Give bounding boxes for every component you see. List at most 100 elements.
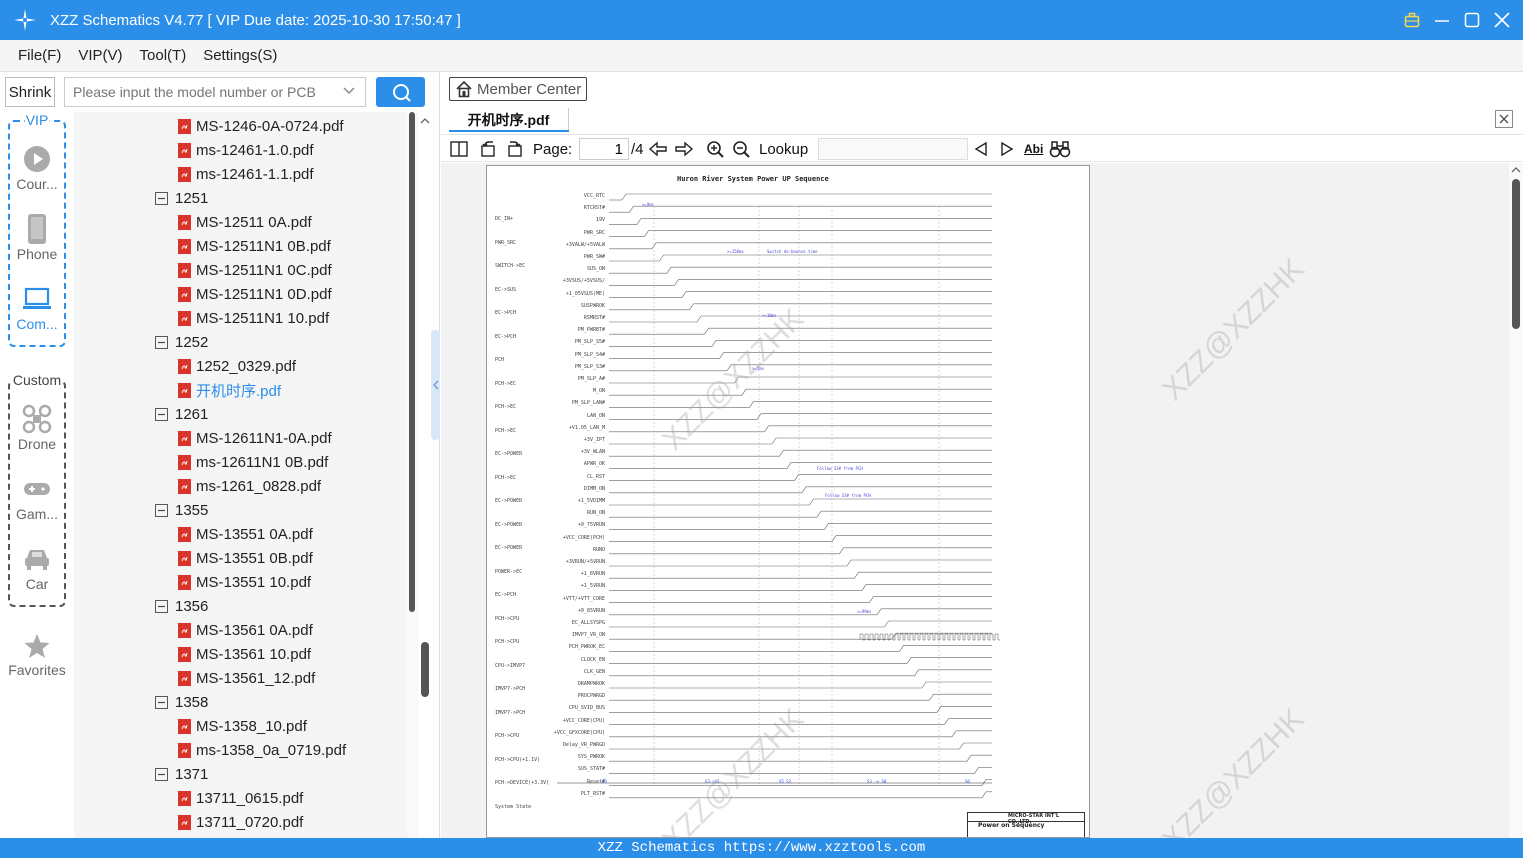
tree-folder[interactable]: 1251 xyxy=(155,186,208,210)
nav-favorites[interactable]: Favorites xyxy=(0,630,74,678)
signal-label: +0_85VRUN xyxy=(577,607,605,614)
menu-vip[interactable]: VIP(V) xyxy=(78,47,122,64)
tree-file[interactable]: ms-1358_0a_0719.pdf xyxy=(178,738,346,762)
page-number-input[interactable] xyxy=(579,138,629,160)
nav-car[interactable]: Car xyxy=(10,542,64,592)
lookup-input[interactable] xyxy=(818,138,968,160)
collapse-icon[interactable] xyxy=(155,599,168,613)
collapse-icon[interactable] xyxy=(155,767,168,781)
chevron-down-icon[interactable] xyxy=(342,84,356,98)
briefcase-icon[interactable] xyxy=(1403,11,1421,29)
source-label: PCH->CPU xyxy=(495,733,520,739)
tree-item-label: 1261 xyxy=(175,405,209,423)
pdf-file-icon xyxy=(178,646,191,662)
chevron-up-icon[interactable] xyxy=(419,116,431,126)
zoom-in-icon[interactable] xyxy=(705,138,725,160)
signal-label: PROCPWRGD xyxy=(577,693,605,700)
search-input[interactable] xyxy=(64,77,366,107)
tree-file[interactable]: MS-1358_10.pdf xyxy=(178,714,307,738)
collapse-icon[interactable] xyxy=(155,503,168,517)
tree-file[interactable]: MS-12511N1 10.pdf xyxy=(178,306,329,330)
collapse-icon[interactable] xyxy=(155,191,168,205)
panel-scrollbar[interactable] xyxy=(419,112,431,838)
maximize-icon[interactable] xyxy=(1463,11,1481,29)
nav-phone[interactable]: Phone xyxy=(10,212,64,262)
vip-group: VIP Cour... Phone Com... xyxy=(8,112,66,347)
panel-collapse-handle[interactable] xyxy=(431,330,440,440)
tree-file[interactable]: MS-1246-0A-0724.pdf xyxy=(178,114,344,138)
source-label: EC->PCH xyxy=(495,333,517,340)
tree-file[interactable]: MS-12511 0A.pdf xyxy=(178,210,312,234)
tree-item-label: 13711_0720.pdf xyxy=(196,813,304,831)
tree-file[interactable]: MS-13561_12.pdf xyxy=(178,666,315,690)
tree-file[interactable]: ms-12611N1 0B.pdf xyxy=(178,450,328,474)
status-bar: XZZ Schematics https://www.xzztools.com xyxy=(0,838,1523,858)
nav-game[interactable]: Gam... xyxy=(10,472,64,522)
pdf-file-icon xyxy=(178,286,191,302)
tree-file[interactable]: MS-12511N1 0D.pdf xyxy=(178,282,332,306)
tree-file[interactable]: MS-13551 0B.pdf xyxy=(178,546,313,570)
nav-drone[interactable]: Drone xyxy=(10,402,64,452)
menu-file[interactable]: File(F) xyxy=(18,47,61,64)
find-prev-icon[interactable] xyxy=(971,138,991,160)
search-button[interactable] xyxy=(376,77,425,107)
zoom-out-icon[interactable] xyxy=(731,138,751,160)
nav-course[interactable]: Cour... xyxy=(10,142,64,192)
tree-file[interactable]: 13711_0720.pdf xyxy=(178,810,303,834)
tree-file[interactable]: MS-12611N1-0A.pdf xyxy=(178,426,332,450)
tree-folder[interactable]: 1356 xyxy=(155,594,208,618)
tree-folder[interactable]: 1261 xyxy=(155,402,208,426)
source-label: EC->POWER xyxy=(495,498,523,504)
binoculars-icon[interactable] xyxy=(1048,138,1072,160)
collapse-icon[interactable] xyxy=(155,695,168,709)
tree-file[interactable]: ms-12461-1.0.pdf xyxy=(178,138,314,162)
tree-item-label: MS-13551 0B.pdf xyxy=(196,549,313,567)
sidebar-toggle-icon[interactable] xyxy=(449,138,469,160)
prev-page-icon[interactable] xyxy=(648,138,668,160)
tree-file[interactable]: ms-1261_0828.pdf xyxy=(178,474,321,498)
member-center-button[interactable]: Member Center xyxy=(449,77,587,101)
viewer-scrollbar[interactable] xyxy=(1509,163,1523,838)
tree-file[interactable]: MS-12511N1 0B.pdf xyxy=(178,234,331,258)
tree-folder[interactable]: 1355 xyxy=(155,498,208,522)
nav-car-label: Car xyxy=(25,576,49,592)
match-case-button[interactable]: Abi xyxy=(1024,138,1043,160)
menu-settings[interactable]: Settings(S) xyxy=(203,47,277,64)
minimize-icon[interactable] xyxy=(1433,11,1451,29)
find-next-icon[interactable] xyxy=(997,138,1017,160)
tree-file[interactable]: MS-12511N1 0C.pdf xyxy=(178,258,332,282)
collapse-icon[interactable] xyxy=(155,335,168,349)
tree-folder[interactable]: 1252 xyxy=(155,330,208,354)
close-icon[interactable] xyxy=(1493,11,1511,29)
search-icon xyxy=(392,84,411,102)
page-total: /4 xyxy=(631,140,644,158)
collapse-icon[interactable] xyxy=(155,407,168,421)
chevron-up-icon[interactable] xyxy=(1509,165,1523,175)
window-title: XZZ Schematics V4.77 [ VIP Due date: 202… xyxy=(50,11,461,29)
system-state-label: S3 -> S0 xyxy=(867,779,887,784)
shrink-button[interactable]: Shrink xyxy=(5,77,55,107)
tree-scrollbar[interactable] xyxy=(407,112,417,838)
rotate-right-icon[interactable] xyxy=(505,138,525,160)
pdf-file-icon xyxy=(178,718,191,734)
tree-file[interactable]: ms-12461-1.1.pdf xyxy=(178,162,314,186)
rotate-left-icon[interactable] xyxy=(478,138,498,160)
tree-file[interactable]: MS-13561 0A.pdf xyxy=(178,618,313,642)
pdf-file-icon xyxy=(178,550,191,566)
nav-computer[interactable]: Com... xyxy=(10,282,64,332)
title-block: MICRO-STAR INT'L CO.,LTD. Power on Seque… xyxy=(967,812,1085,837)
tree-folder[interactable]: 1371 xyxy=(155,762,208,786)
tab-document[interactable]: 开机时序.pdf xyxy=(449,108,569,132)
next-page-icon[interactable] xyxy=(674,138,694,160)
tree-file[interactable]: 开机时序.pdf xyxy=(178,378,281,402)
tree-file[interactable]: 13711_0615.pdf xyxy=(178,786,303,810)
tree-file[interactable]: 1252_0329.pdf xyxy=(178,354,296,378)
close-tab-button[interactable] xyxy=(1495,110,1513,128)
pdf-viewer[interactable]: Huron River System Power UP Sequence VCC… xyxy=(441,163,1523,857)
menu-tool[interactable]: Tool(T) xyxy=(140,47,187,64)
source-label: SWITCH->EC xyxy=(495,263,526,269)
tree-file[interactable]: MS-13561 10.pdf xyxy=(178,642,311,666)
tree-file[interactable]: MS-13551 0A.pdf xyxy=(178,522,313,546)
tree-file[interactable]: MS-13551 10.pdf xyxy=(178,570,311,594)
tree-folder[interactable]: 1358 xyxy=(155,690,208,714)
